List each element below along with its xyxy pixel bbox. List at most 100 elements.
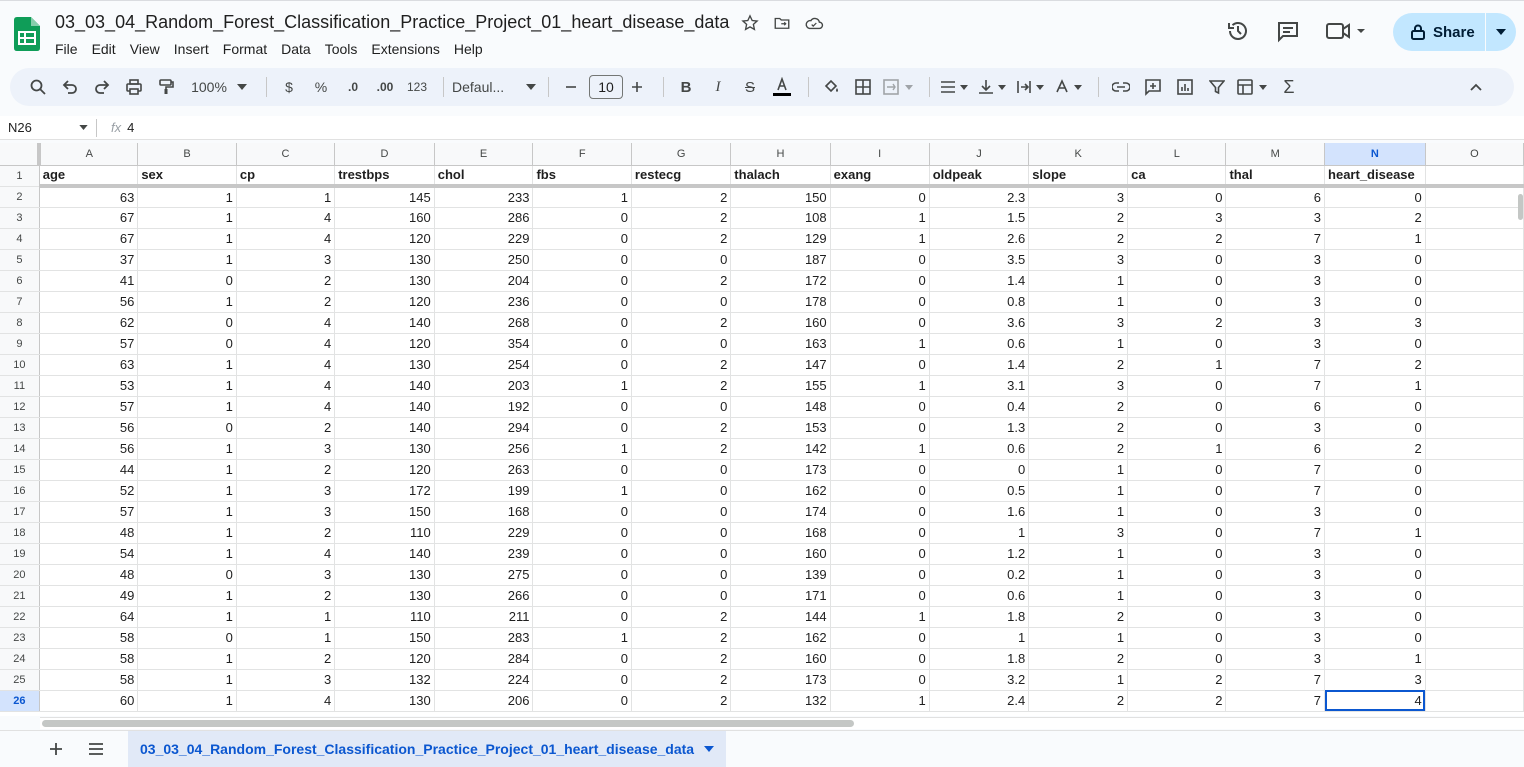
- data-cell[interactable]: [1425, 354, 1524, 376]
- data-cell[interactable]: 2: [236, 270, 336, 292]
- column-header-k[interactable]: K: [1028, 143, 1129, 166]
- data-cell[interactable]: 354: [434, 333, 534, 355]
- data-cell[interactable]: 4: [236, 354, 336, 376]
- data-cell[interactable]: 0: [1127, 648, 1227, 670]
- data-cell[interactable]: 0: [1127, 291, 1227, 313]
- data-cell[interactable]: 199: [434, 480, 534, 502]
- data-cell[interactable]: 0: [137, 333, 237, 355]
- data-cell[interactable]: [1425, 228, 1524, 250]
- data-cell[interactable]: 0: [830, 522, 930, 544]
- data-cell[interactable]: 1: [137, 585, 237, 607]
- data-cell[interactable]: 171: [730, 585, 831, 607]
- vertical-align-icon[interactable]: [976, 73, 1010, 101]
- data-cell[interactable]: 1: [1028, 501, 1129, 523]
- data-cell[interactable]: 1: [1028, 270, 1129, 292]
- version-history-icon[interactable]: [1222, 15, 1254, 47]
- data-cell[interactable]: 1: [137, 249, 237, 271]
- data-cell[interactable]: 1: [137, 207, 237, 229]
- data-cell[interactable]: [1425, 501, 1524, 523]
- row-number[interactable]: 26: [0, 690, 40, 712]
- comments-icon[interactable]: [1272, 15, 1304, 47]
- data-cell[interactable]: 224: [434, 669, 534, 691]
- formula-input[interactable]: 4: [127, 120, 134, 135]
- data-cell[interactable]: 250: [434, 249, 534, 271]
- text-rotation-icon[interactable]: [1052, 73, 1086, 101]
- data-cell[interactable]: 0: [1324, 186, 1426, 208]
- data-cell[interactable]: 147: [730, 354, 831, 376]
- data-cell[interactable]: 1: [1324, 522, 1426, 544]
- format-currency-button[interactable]: $: [275, 73, 303, 101]
- data-cell[interactable]: 0: [1324, 501, 1426, 523]
- data-cell[interactable]: 2.4: [929, 690, 1030, 712]
- column-header-a[interactable]: A: [39, 143, 139, 166]
- data-cell[interactable]: 3: [1225, 270, 1326, 292]
- menu-edit[interactable]: Edit: [85, 39, 123, 59]
- data-cell[interactable]: 2: [236, 459, 336, 481]
- data-cell[interactable]: 3: [236, 669, 336, 691]
- data-cell[interactable]: 0: [1127, 627, 1227, 649]
- data-cell[interactable]: 0: [830, 291, 930, 313]
- data-cell[interactable]: 2: [631, 627, 732, 649]
- row-number[interactable]: 5: [0, 249, 40, 271]
- data-cell[interactable]: [1425, 333, 1524, 355]
- data-cell[interactable]: 0: [532, 396, 632, 418]
- column-header-h[interactable]: H: [730, 143, 831, 166]
- data-cell[interactable]: 0: [1127, 606, 1227, 628]
- data-cell[interactable]: 0: [1324, 480, 1426, 502]
- data-cell[interactable]: 172: [334, 480, 435, 502]
- share-button[interactable]: Share: [1393, 13, 1516, 51]
- data-cell[interactable]: 120: [334, 291, 435, 313]
- data-cell[interactable]: 0: [631, 501, 732, 523]
- data-cell[interactable]: 2: [1127, 228, 1227, 250]
- data-cell[interactable]: 2.6: [929, 228, 1030, 250]
- data-cell[interactable]: 1: [532, 627, 632, 649]
- data-cell[interactable]: 63: [39, 354, 139, 376]
- data-cell[interactable]: 1: [1028, 543, 1129, 565]
- data-cell[interactable]: 4: [236, 690, 336, 712]
- data-cell[interactable]: 2: [236, 648, 336, 670]
- data-cell[interactable]: 0: [631, 333, 732, 355]
- data-cell[interactable]: 6: [1225, 186, 1326, 208]
- data-cell[interactable]: 229: [434, 522, 534, 544]
- data-cell[interactable]: 0: [830, 249, 930, 271]
- data-cell[interactable]: 2: [236, 291, 336, 313]
- data-cell[interactable]: 58: [39, 627, 139, 649]
- row-number[interactable]: 11: [0, 375, 40, 397]
- data-cell[interactable]: 64: [39, 606, 139, 628]
- menu-extensions[interactable]: Extensions: [364, 39, 446, 59]
- data-cell[interactable]: 1: [137, 438, 237, 460]
- data-cell[interactable]: 1: [1028, 627, 1129, 649]
- data-cell[interactable]: 144: [730, 606, 831, 628]
- data-cell[interactable]: 4: [236, 543, 336, 565]
- row-number[interactable]: 18: [0, 522, 40, 544]
- merge-cells-icon[interactable]: [881, 73, 917, 101]
- data-cell[interactable]: 3: [1324, 312, 1426, 334]
- data-cell[interactable]: 2: [1127, 312, 1227, 334]
- zoom-select[interactable]: 100%: [184, 73, 254, 101]
- data-cell[interactable]: 0: [830, 627, 930, 649]
- data-cell[interactable]: 0: [631, 522, 732, 544]
- data-cell[interactable]: 0: [1127, 249, 1227, 271]
- borders-icon[interactable]: [849, 73, 877, 101]
- data-cell[interactable]: 1: [1028, 480, 1129, 502]
- data-cell[interactable]: 3: [1028, 375, 1129, 397]
- data-cell[interactable]: 130: [334, 690, 435, 712]
- data-cell[interactable]: 3: [1225, 207, 1326, 229]
- data-cell[interactable]: 1.6: [929, 501, 1030, 523]
- data-cell[interactable]: 1: [137, 375, 237, 397]
- data-cell[interactable]: 2: [1028, 207, 1129, 229]
- row-number[interactable]: 4: [0, 228, 40, 250]
- data-cell[interactable]: 0: [830, 459, 930, 481]
- data-cell[interactable]: 3: [1225, 417, 1326, 439]
- column-header-b[interactable]: B: [137, 143, 237, 166]
- data-cell[interactable]: 0: [1324, 627, 1426, 649]
- data-cell[interactable]: 140: [334, 312, 435, 334]
- row-number[interactable]: 22: [0, 606, 40, 628]
- data-cell[interactable]: 0.8: [929, 291, 1030, 313]
- data-cell[interactable]: 7: [1225, 690, 1326, 712]
- data-cell[interactable]: [1425, 270, 1524, 292]
- row-number[interactable]: 15: [0, 459, 40, 481]
- row-number[interactable]: 25: [0, 669, 40, 691]
- data-cell[interactable]: 1.4: [929, 354, 1030, 376]
- data-cell[interactable]: 3: [236, 249, 336, 271]
